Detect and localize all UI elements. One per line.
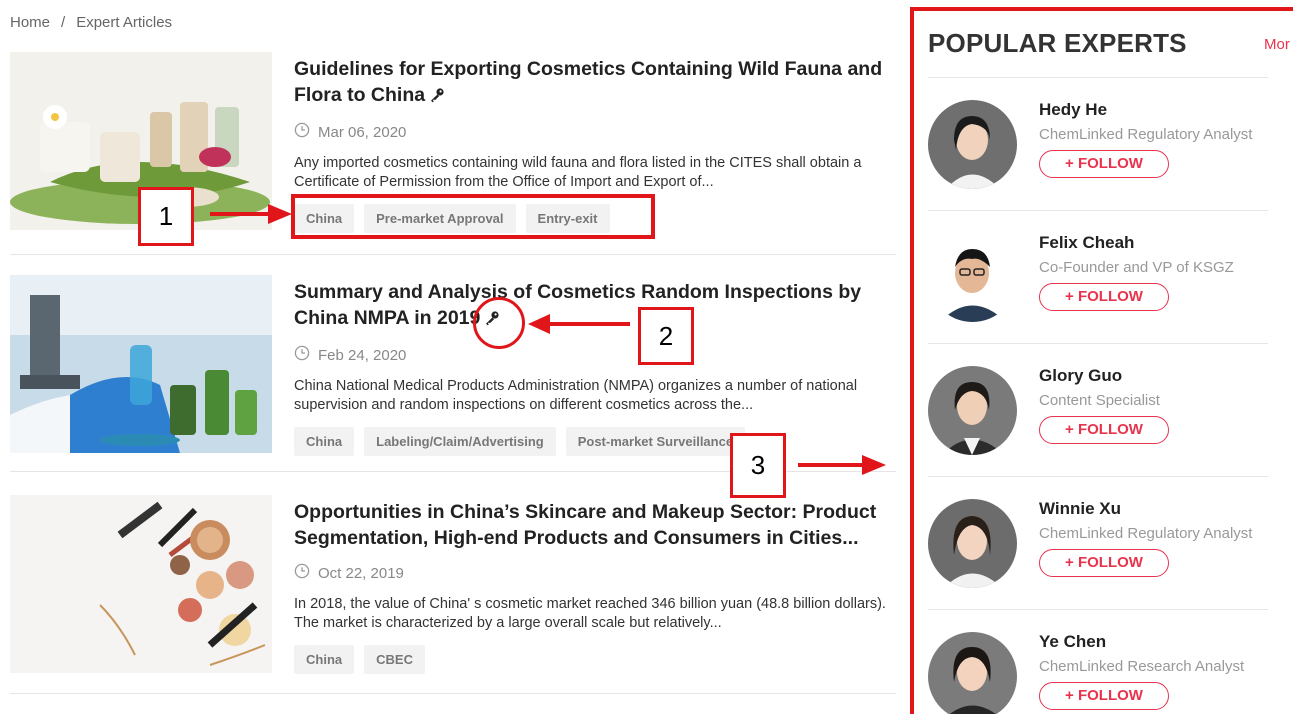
expert-role: ChemLinked Research Analyst — [1039, 658, 1245, 675]
tag[interactable]: China — [294, 645, 355, 674]
expert-role: Co-Founder and VP of KSGZ — [1039, 259, 1234, 276]
more-link[interactable]: Mor — [1264, 36, 1290, 53]
key-icon — [429, 84, 445, 110]
expert-card: Felix Cheah Co-Founder and VP of KSGZ + … — [928, 211, 1293, 344]
annotation-arrow-2 — [528, 314, 630, 334]
annotation-label-3: 3 — [730, 433, 786, 498]
key-icon — [484, 307, 500, 333]
article-thumbnail[interactable] — [10, 275, 272, 453]
article-tags: China Pre-market Approval Entry-exit — [294, 204, 894, 233]
article-tags: China Labeling/Claim/Advertising Post-ma… — [294, 427, 894, 456]
breadcrumb: Home / Expert Articles — [10, 14, 172, 31]
tag[interactable]: Pre-market Approval — [364, 204, 516, 233]
follow-button[interactable]: + FOLLOW — [1039, 416, 1169, 444]
avatar[interactable] — [928, 100, 1017, 189]
tag[interactable]: Labeling/Claim/Advertising — [364, 427, 556, 456]
popular-experts-sidebar: POPULAR EXPERTS Mor Hedy He ChemLinked R… — [928, 0, 1293, 714]
breadcrumb-home-link[interactable]: Home — [10, 14, 50, 31]
expert-name[interactable]: Glory Guo — [1039, 366, 1122, 386]
expert-role: ChemLinked Regulatory Analyst — [1039, 126, 1253, 143]
expert-role: ChemLinked Regulatory Analyst — [1039, 525, 1253, 542]
avatar[interactable] — [928, 499, 1017, 588]
follow-button[interactable]: + FOLLOW — [1039, 283, 1169, 311]
article-title[interactable]: Opportunities in China’s Skincare and Ma… — [294, 499, 894, 551]
expert-name[interactable]: Felix Cheah — [1039, 233, 1134, 253]
expert-card: Winnie Xu ChemLinked Regulatory Analyst … — [928, 477, 1293, 610]
avatar[interactable] — [928, 233, 1017, 322]
clock-icon — [294, 122, 310, 142]
clock-icon — [294, 563, 310, 583]
article-summary: In 2018, the value of China' s cosmetic … — [294, 596, 886, 631]
avatar[interactable] — [928, 632, 1017, 714]
article-tags: China CBEC — [294, 645, 894, 674]
avatar[interactable] — [928, 366, 1017, 455]
tag[interactable]: China — [294, 427, 355, 456]
sidebar-title: POPULAR EXPERTS — [928, 28, 1187, 58]
article-thumbnail[interactable] — [10, 495, 272, 673]
tag[interactable]: CBEC — [364, 645, 425, 674]
clock-icon — [294, 345, 310, 365]
tag[interactable]: China — [294, 204, 355, 233]
annotation-label-1: 1 — [138, 187, 194, 246]
annotation-label-2: 2 — [638, 307, 694, 365]
breadcrumb-separator: / — [61, 14, 66, 31]
article-date: Mar 06, 2020 — [294, 122, 894, 142]
annotation-arrow-1 — [210, 204, 292, 224]
tag[interactable]: Entry-exit — [525, 204, 610, 233]
article-card: Opportunities in China’s Skincare and Ma… — [10, 495, 896, 694]
follow-button[interactable]: + FOLLOW — [1039, 150, 1169, 178]
expert-role: Content Specialist — [1039, 392, 1160, 409]
follow-button[interactable]: + FOLLOW — [1039, 682, 1169, 710]
follow-button[interactable]: + FOLLOW — [1039, 549, 1169, 577]
article-summary: China National Medical Products Administ… — [294, 378, 858, 413]
expert-card: Ye Chen ChemLinked Research Analyst + FO… — [928, 610, 1293, 714]
expert-name[interactable]: Hedy He — [1039, 100, 1107, 120]
tag[interactable]: Post-market Surveillance — [565, 427, 746, 456]
expert-name[interactable]: Winnie Xu — [1039, 499, 1121, 519]
expert-card: Glory Guo Content Specialist + FOLLOW — [928, 344, 1293, 477]
article-summary: Any imported cosmetics containing wild f… — [294, 155, 862, 190]
expert-name[interactable]: Ye Chen — [1039, 632, 1106, 652]
article-date: Oct 22, 2019 — [294, 563, 894, 583]
expert-card: Hedy He ChemLinked Regulatory Analyst + … — [928, 78, 1293, 211]
article-title[interactable]: Guidelines for Exporting Cosmetics Conta… — [294, 56, 894, 110]
breadcrumb-current: Expert Articles — [76, 14, 173, 31]
article-date: Feb 24, 2020 — [294, 345, 894, 365]
annotation-arrow-3 — [798, 455, 886, 475]
sidebar-header: POPULAR EXPERTS Mor — [928, 28, 1293, 74]
